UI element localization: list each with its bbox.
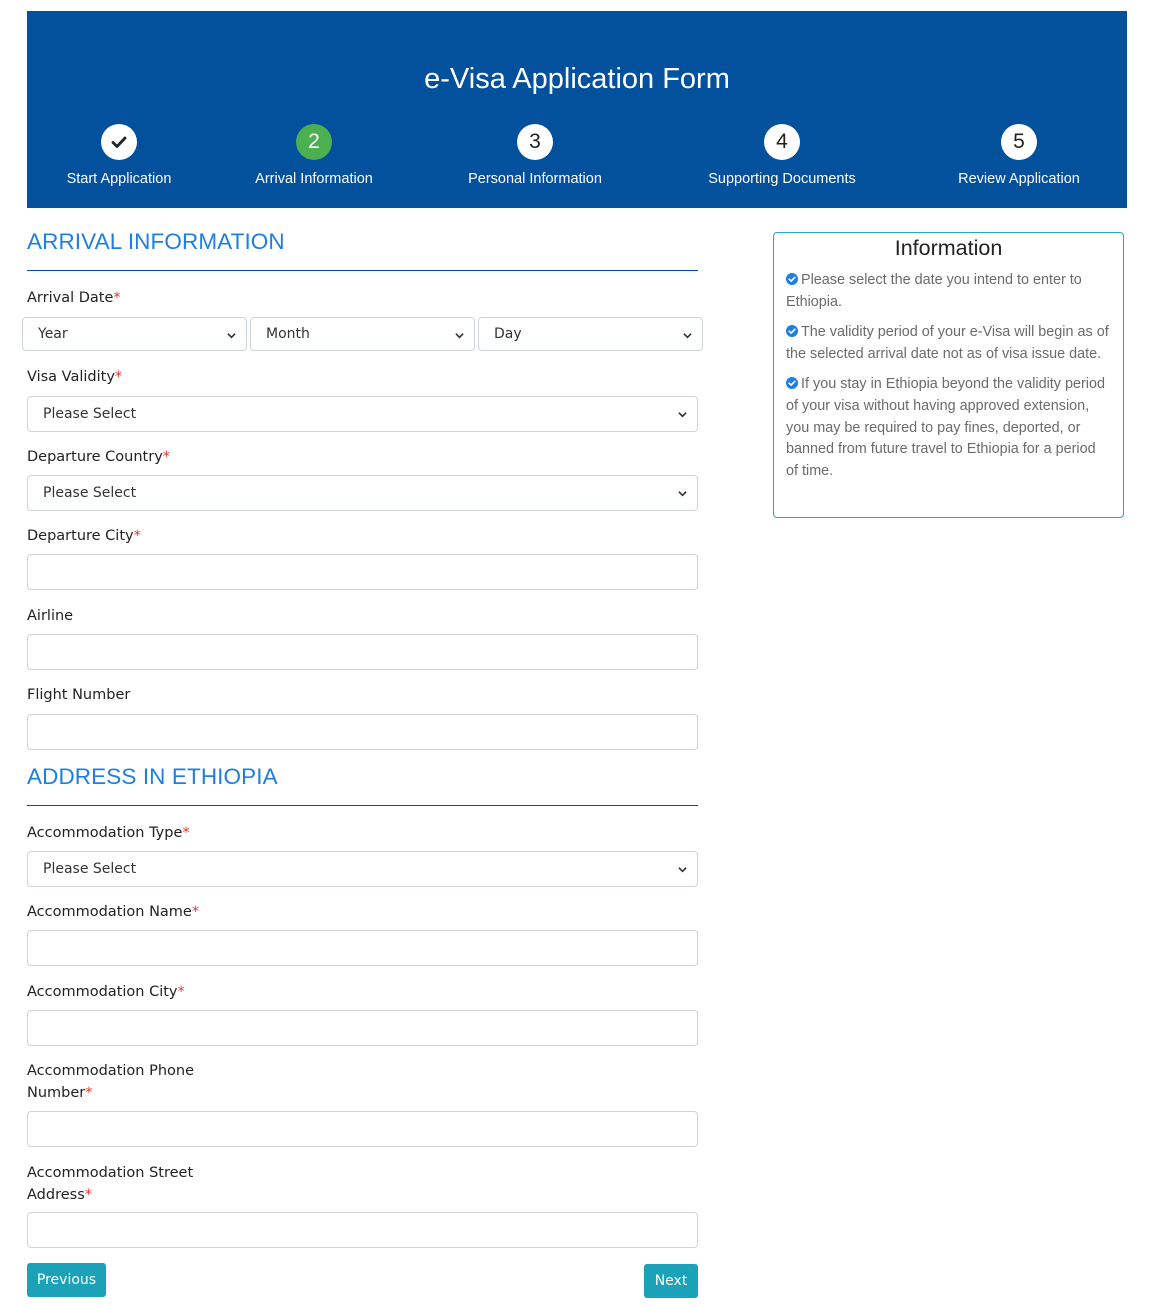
step-5-label: Review Application xyxy=(958,171,1080,187)
accommodation-phone-label: Accommodation Phone Number* xyxy=(27,1063,194,1101)
departure-country-select[interactable]: Please Select xyxy=(27,475,698,511)
chevron-down-icon xyxy=(455,333,464,339)
arrival-year-select[interactable]: Year xyxy=(22,317,247,351)
chevron-down-icon xyxy=(683,333,692,339)
required-marker: * xyxy=(182,825,190,841)
accommodation-type-label: Accommodation Type* xyxy=(27,825,190,841)
step-5-circle: 5 xyxy=(1001,124,1037,160)
required-marker: * xyxy=(191,904,200,920)
required-marker: * xyxy=(114,369,123,385)
step-personal-information: 3 Personal Information xyxy=(435,124,635,187)
step-3-circle: 3 xyxy=(517,124,553,160)
step-4-label: Supporting Documents xyxy=(708,171,856,187)
chevron-down-icon xyxy=(678,491,687,497)
arrival-day-select[interactable]: Day xyxy=(478,317,703,351)
address-section-divider xyxy=(27,805,698,806)
check-icon xyxy=(111,136,127,148)
step-1-circle xyxy=(101,124,137,160)
accommodation-street-input[interactable] xyxy=(27,1212,698,1248)
step-start-application: Start Application xyxy=(19,124,219,187)
departure-city-input[interactable] xyxy=(27,554,698,590)
check-circle-icon xyxy=(786,273,798,285)
information-panel: Information Please select the date you i… xyxy=(773,232,1124,518)
info-item: Please select the date you intend to ent… xyxy=(786,272,1082,310)
form-header: e-Visa Application Form Start Applicatio… xyxy=(27,11,1127,208)
arrival-section-title: ARRIVAL INFORMATION xyxy=(27,229,285,254)
step-2-circle: 2 xyxy=(296,124,332,160)
check-circle-icon xyxy=(786,325,798,338)
accommodation-type-select[interactable]: Please Select xyxy=(27,851,698,887)
required-marker: * xyxy=(177,984,185,1000)
visa-validity-label: Visa Validity* xyxy=(27,369,123,385)
arrival-month-select[interactable]: Month xyxy=(250,317,475,351)
flight-number-label: Flight Number xyxy=(27,687,131,703)
accommodation-city-input[interactable] xyxy=(27,1010,698,1046)
required-marker: * xyxy=(133,528,141,544)
form-title: e-Visa Application Form xyxy=(424,63,730,95)
arrival-date-label: Arrival Date* xyxy=(27,290,121,306)
step-3-label: Personal Information xyxy=(468,171,602,187)
step-arrival-information: 2 Arrival Information xyxy=(214,124,414,187)
flight-number-input[interactable] xyxy=(27,714,698,750)
airline-label: Airline xyxy=(27,608,74,624)
previous-button[interactable]: Previous xyxy=(27,1263,106,1297)
step-supporting-documents: 4 Supporting Documents xyxy=(682,124,882,187)
address-section-title: ADDRESS IN ETHIOPIA xyxy=(27,764,278,789)
departure-city-label: Departure City* xyxy=(27,528,141,544)
accommodation-phone-input[interactable] xyxy=(27,1111,698,1147)
visa-validity-select[interactable]: Please Select xyxy=(27,396,698,432)
required-marker: * xyxy=(162,449,171,465)
check-circle-icon xyxy=(786,377,798,390)
next-button[interactable]: Next xyxy=(644,1264,698,1298)
step-4-circle: 4 xyxy=(764,124,800,160)
accommodation-street-label: Accommodation Street Address* xyxy=(27,1165,194,1203)
chevron-down-icon xyxy=(678,412,687,418)
step-review-application: 5 Review Application xyxy=(919,124,1119,187)
airline-input[interactable] xyxy=(27,634,698,670)
departure-country-label: Departure Country* xyxy=(27,449,171,465)
chevron-down-icon xyxy=(227,333,236,339)
chevron-down-icon xyxy=(678,867,687,873)
arrival-section-divider xyxy=(27,270,698,271)
info-item: If you stay in Ethiopia beyond the valid… xyxy=(786,376,1105,479)
step-1-label: Start Application xyxy=(66,171,172,187)
step-2-label: Arrival Information xyxy=(255,171,373,187)
required-marker: * xyxy=(84,1187,92,1203)
information-title: Information xyxy=(894,236,1003,260)
required-marker: * xyxy=(113,290,121,306)
accommodation-name-label: Accommodation Name* xyxy=(27,904,200,920)
required-marker: * xyxy=(85,1085,93,1101)
accommodation-city-label: Accommodation City* xyxy=(27,984,185,1000)
info-item: The validity period of your e-Visa will … xyxy=(786,324,1109,362)
accommodation-name-input[interactable] xyxy=(27,930,698,966)
